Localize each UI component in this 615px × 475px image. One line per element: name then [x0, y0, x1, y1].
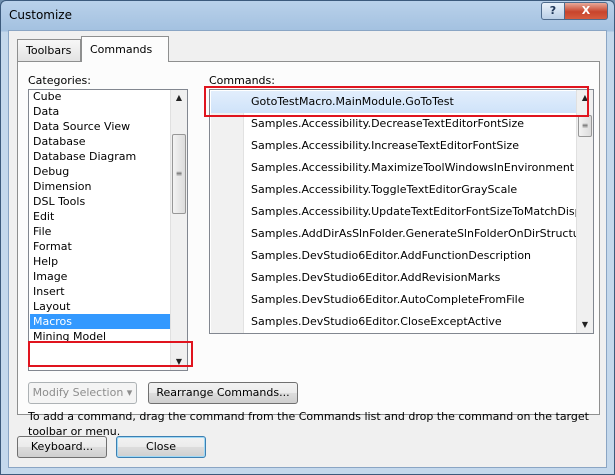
help-text: To add a command, drag the command from … [28, 410, 589, 438]
category-item[interactable]: Mining Model [30, 329, 171, 344]
category-item[interactable]: Insert [30, 284, 171, 299]
commands-list[interactable]: GotoTestMacro.MainModule.GoToTest Samples… [209, 89, 594, 334]
command-icon-gutter [211, 267, 244, 289]
scroll-down-arrow-icon[interactable]: ▼ [577, 317, 593, 333]
category-item[interactable]: Image [30, 269, 171, 284]
category-item[interactable]: DSL Tools [30, 194, 171, 209]
command-icon-gutter [211, 311, 244, 333]
close-window-button[interactable]: X [564, 2, 608, 20]
command-icon-gutter [211, 135, 244, 157]
tab-commands[interactable]: Commands [81, 36, 169, 62]
rearrange-commands-button[interactable]: Rearrange Commands... [148, 382, 298, 404]
command-icon-gutter [211, 157, 244, 179]
categories-items: Cube Data Data Source View Database Database… [30, 90, 171, 344]
category-item[interactable]: Cube [30, 90, 171, 104]
customize-dialog: Customize ? X Toolbars Commands Categori… [0, 0, 615, 475]
help-button[interactable]: ? [541, 2, 565, 20]
command-item[interactable]: Samples.DevStudio6Editor.CloseExceptActi… [211, 311, 583, 333]
modify-selection-button[interactable]: Modify Selection ▾ [28, 382, 137, 404]
command-item[interactable]: Samples.DevStudio6Editor.AddRevisionMark… [211, 267, 583, 289]
command-icon-gutter [211, 113, 244, 135]
tab-toolbars[interactable]: Toolbars [17, 39, 81, 61]
command-item-label: Samples.Accessibility.DecreaseTextEditor… [251, 117, 524, 130]
keyboard-button[interactable]: Keyboard... [17, 436, 107, 458]
command-item[interactable]: Samples.Accessibility.UpdateTextEditorFo… [211, 201, 583, 223]
category-item[interactable]: Edit [30, 209, 171, 224]
commands-scrollbar[interactable]: ▲ ≡ ▼ [576, 90, 593, 333]
command-item[interactable]: Samples.Accessibility.ToggleTextEditorGr… [211, 179, 583, 201]
command-item[interactable]: Samples.DevStudio6Editor.AutoCompleteFro… [211, 289, 583, 311]
command-item-label: Samples.Accessibility.MaximizeToolWindow… [251, 161, 575, 174]
category-item[interactable]: Dimension [30, 179, 171, 194]
title-bar[interactable]: Customize ? X [1, 1, 614, 29]
command-item-label: Samples.DevStudio6Editor.AddRevisionMark… [251, 271, 501, 284]
category-item[interactable]: Help [30, 254, 171, 269]
command-item-label: Samples.AddDirAsSlnFolder.GenerateSlnFol… [251, 227, 583, 240]
command-item[interactable]: Samples.AddDirAsSlnFolder.GenerateSlnFol… [211, 223, 583, 245]
scroll-down-arrow-icon[interactable]: ▼ [171, 354, 187, 370]
categories-label: Categories: [28, 74, 91, 87]
category-item[interactable]: Format [30, 239, 171, 254]
window-title: Customize [9, 8, 72, 22]
command-item-label: Samples.DevStudio6Editor.AutoCompleteFro… [251, 293, 525, 306]
category-item[interactable]: Data [30, 104, 171, 119]
category-item[interactable]: File [30, 224, 171, 239]
category-item[interactable]: Data Source View [30, 119, 171, 134]
scroll-thumb[interactable]: ≡ [172, 134, 186, 214]
dropdown-arrow-icon: ▾ [126, 386, 133, 399]
command-item-label: GotoTestMacro.MainModule.GoToTest [251, 95, 454, 108]
command-item[interactable]: Samples.Accessibility.IncreaseTextEditor… [211, 135, 583, 157]
command-icon-gutter [211, 245, 244, 267]
command-icon-gutter [211, 201, 244, 223]
command-item[interactable]: GotoTestMacro.MainModule.GoToTest [211, 91, 583, 113]
modify-selection-label: Modify Selection [32, 386, 124, 399]
scroll-up-arrow-icon[interactable]: ▲ [577, 90, 593, 106]
command-icon-gutter [211, 289, 244, 311]
commands-tab-panel: Categories: Commands: Cube Data Data Sourc… [17, 61, 600, 438]
commands-items: GotoTestMacro.MainModule.GoToTest Samples… [211, 91, 583, 333]
command-item-label: Samples.DevStudio6Editor.AddFunctionDesc… [251, 249, 532, 262]
close-button[interactable]: Close [116, 436, 206, 458]
command-item[interactable]: Samples.DevStudio6Editor.AddFunctionDesc… [211, 245, 583, 267]
command-item-label: Samples.DevStudio6Editor.CloseExceptActi… [251, 315, 502, 328]
command-icon-gutter [211, 179, 244, 201]
scroll-thumb[interactable]: ≡ [578, 115, 592, 137]
command-item-label: Samples.Accessibility.ToggleTextEditorGr… [251, 183, 518, 196]
categories-scrollbar[interactable]: ▲ ≡ ▼ [170, 90, 187, 370]
commands-label: Commands: [209, 74, 275, 87]
scroll-up-arrow-icon[interactable]: ▲ [171, 90, 187, 106]
category-item[interactable]: Layout [30, 299, 171, 314]
command-icon-gutter [211, 91, 244, 113]
dialog-client-area: Toolbars Commands Categories: Commands: … [8, 30, 607, 468]
command-item[interactable]: Samples.Accessibility.DecreaseTextEditor… [211, 113, 583, 135]
category-item[interactable]: Database [30, 134, 171, 149]
command-icon-gutter [211, 223, 244, 245]
command-item[interactable]: Samples.Accessibility.MaximizeToolWindow… [211, 157, 583, 179]
category-item[interactable]: Debug [30, 164, 171, 179]
category-item[interactable]: Database Diagram [30, 149, 171, 164]
command-item-label: Samples.Accessibility.UpdateTextEditorFo… [251, 205, 582, 218]
command-item-label: Samples.Accessibility.IncreaseTextEditor… [251, 139, 519, 152]
category-item[interactable]: Macros [30, 314, 171, 329]
categories-list[interactable]: Cube Data Data Source View Database Database… [28, 89, 188, 371]
